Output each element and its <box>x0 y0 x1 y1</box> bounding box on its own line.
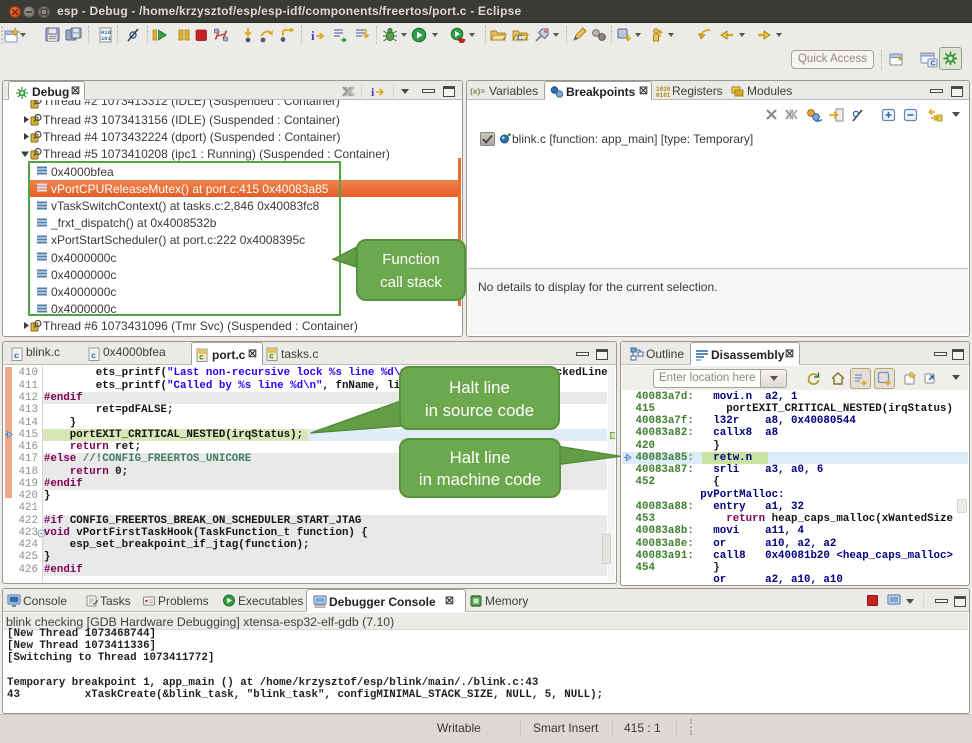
svg-text:i: i <box>371 85 375 99</box>
svg-text:c: c <box>199 352 204 362</box>
svg-text:(x)=: (x)= <box>470 86 485 96</box>
svg-text:0101: 0101 <box>656 92 670 97</box>
svg-text:101: 101 <box>101 35 112 42</box>
svg-text:i: i <box>311 28 315 43</box>
svg-text:c: c <box>14 351 19 361</box>
svg-text:c: c <box>269 351 274 361</box>
svg-text:C: C <box>931 61 936 68</box>
svg-text:c: c <box>91 351 96 361</box>
svg-text:C: C <box>517 34 523 43</box>
